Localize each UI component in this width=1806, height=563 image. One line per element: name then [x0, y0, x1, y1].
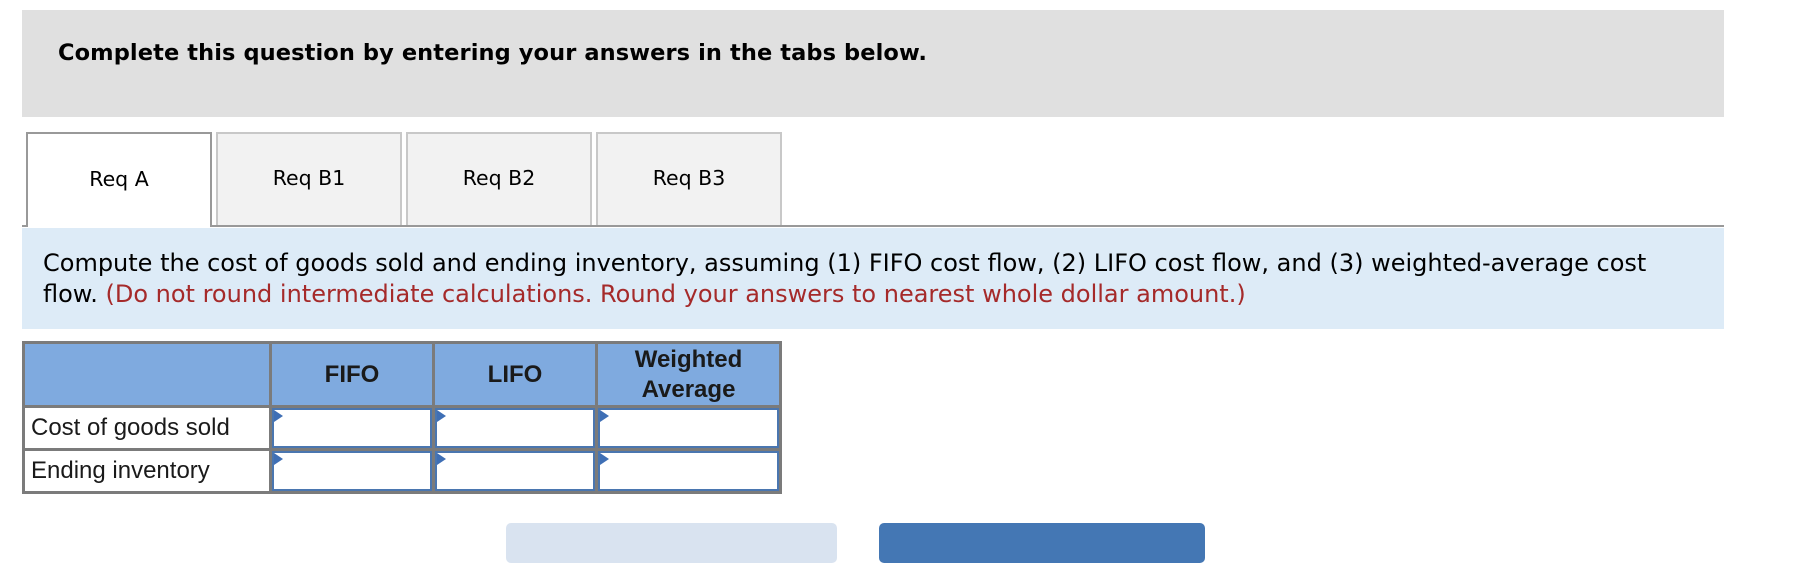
header-fifo: FIFO: [269, 341, 435, 408]
tab-bar: Req A Req B1 Req B2 Req B3: [22, 132, 1724, 228]
tab-req-b2[interactable]: Req B2: [406, 132, 592, 225]
answer-table: FIFO LIFO Weighted Average Cost of goods…: [22, 341, 782, 494]
previous-tab-button[interactable]: [506, 523, 837, 563]
tab-label: Req A: [89, 166, 149, 191]
tab-label: Req B1: [272, 165, 346, 190]
tab-req-a[interactable]: Req A: [26, 132, 212, 227]
table-row-cost-of-goods-sold: Cost of goods sold: [22, 405, 782, 451]
cell-cogs-weighted-average: [595, 405, 782, 451]
row-label: Cost of goods sold: [22, 405, 272, 451]
ending-inventory-lifo-input[interactable]: [435, 451, 595, 491]
instructions-text: Compute the cost of goods sold and endin…: [43, 248, 1683, 310]
instructions-banner: Complete this question by entering your …: [22, 10, 1724, 117]
cogs-fifo-input[interactable]: [272, 408, 432, 448]
ending-inventory-weighted-average-input[interactable]: [598, 451, 779, 491]
row-label: Ending inventory: [22, 448, 272, 494]
tab-req-b1[interactable]: Req B1: [216, 132, 402, 225]
header-weighted-line2: Average: [641, 375, 736, 403]
cell-ei-weighted-average: [595, 448, 782, 494]
next-tab-button[interactable]: [879, 523, 1205, 563]
banner-text: Complete this question by entering your …: [58, 40, 928, 66]
tab-divider: [22, 225, 1724, 227]
cogs-lifo-input[interactable]: [435, 408, 595, 448]
header-lifo: LIFO: [432, 341, 598, 408]
tab-req-b3[interactable]: Req B3: [596, 132, 782, 225]
instructions-note: (Do not round intermediate calculations.…: [105, 280, 1246, 308]
tab-label: Req B2: [462, 165, 536, 190]
cell-cogs-fifo: [269, 405, 435, 451]
question-instructions: Compute the cost of goods sold and endin…: [22, 228, 1724, 329]
table-header-row: FIFO LIFO Weighted Average: [22, 341, 782, 408]
header-blank: [22, 341, 272, 408]
cogs-weighted-average-input[interactable]: [598, 408, 779, 448]
table-row-ending-inventory: Ending inventory: [22, 448, 782, 494]
cell-ei-fifo: [269, 448, 435, 494]
ending-inventory-fifo-input[interactable]: [272, 451, 432, 491]
tab-label: Req B3: [652, 165, 726, 190]
header-weighted-average: Weighted Average: [595, 341, 782, 408]
header-weighted-line1: Weighted: [634, 345, 743, 373]
cell-cogs-lifo: [432, 405, 598, 451]
cell-ei-lifo: [432, 448, 598, 494]
